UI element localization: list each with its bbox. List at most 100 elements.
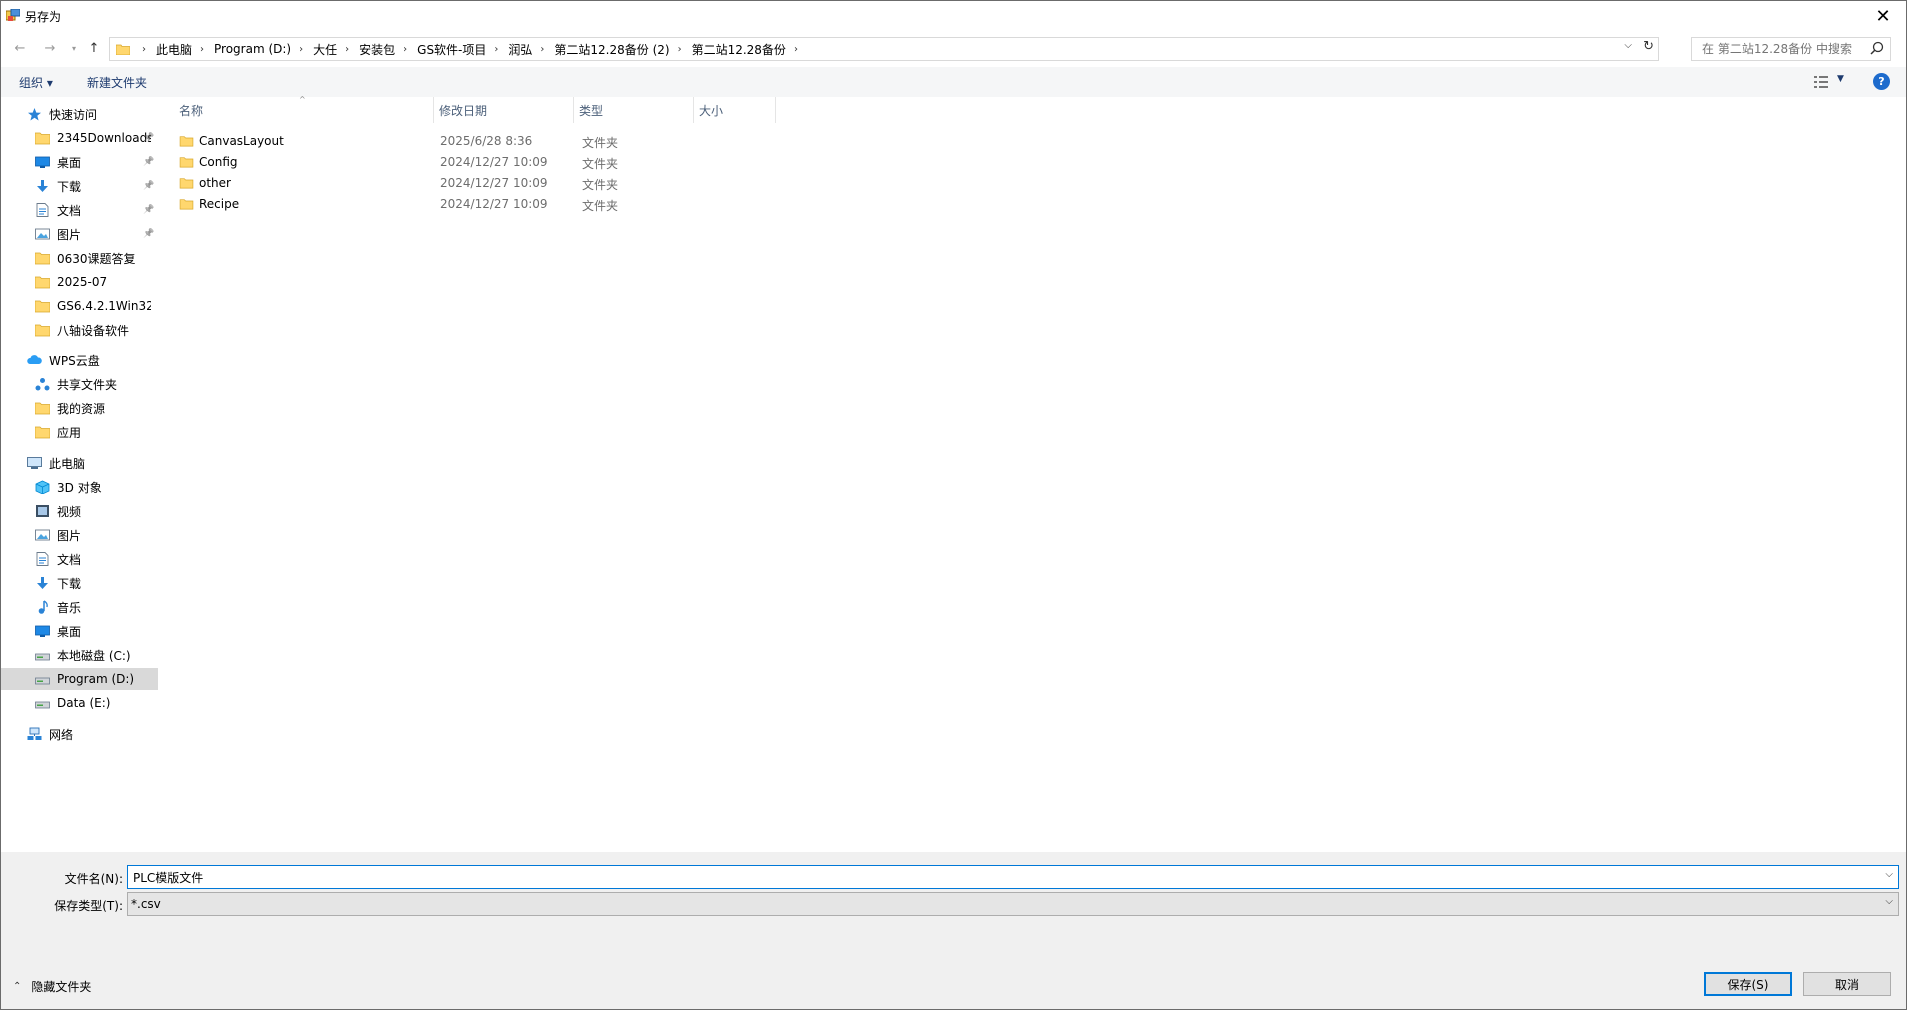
nav-item-quick[interactable]: 桌面 📌: [1, 151, 158, 173]
back-button[interactable]: ←: [11, 39, 29, 57]
nav-item-pc[interactable]: 文档: [1, 548, 158, 570]
refresh-icon[interactable]: ↻: [1643, 39, 1654, 54]
search-box[interactable]: [1691, 37, 1891, 61]
nav-item-quick[interactable]: 2025-07: [1, 271, 158, 293]
chevron-right-icon[interactable]: ›: [345, 44, 349, 55]
search-icon[interactable]: [1870, 41, 1884, 55]
cancel-button[interactable]: 取消: [1803, 972, 1891, 996]
close-icon: ✕: [1875, 5, 1891, 27]
chevron-up-icon: ⌃: [13, 981, 22, 992]
nav-item-quick[interactable]: 文档 📌: [1, 199, 158, 221]
nav-item-pc[interactable]: 桌面: [1, 620, 158, 642]
pin-icon[interactable]: 📌: [143, 205, 154, 215]
chevron-right-icon[interactable]: ›: [678, 44, 682, 55]
nav-item-pc[interactable]: Data (E:): [1, 692, 158, 714]
column-header-size[interactable]: 大小: [695, 97, 776, 123]
dialog-title: 另存为: [25, 10, 62, 24]
file-row[interactable]: other 2024/12/27 10:09 文件夹: [179, 174, 779, 194]
address-dropdown-icon[interactable]: ⌵: [1624, 40, 1632, 51]
filetype-select[interactable]: *.csv ⌵: [127, 892, 1899, 916]
nav-quick-access[interactable]: 快速访问: [1, 103, 158, 125]
file-name: CanvasLayout: [199, 134, 284, 148]
folder-icon: [116, 44, 130, 55]
close-button[interactable]: ✕: [1860, 1, 1906, 31]
pin-icon[interactable]: 📌: [143, 157, 154, 167]
nav-item-pc[interactable]: Program (D:): [1, 668, 158, 690]
column-header-type[interactable]: 类型: [575, 97, 694, 123]
chevron-right-icon[interactable]: ›: [299, 44, 303, 55]
pin-icon[interactable]: 📌: [143, 133, 154, 143]
cloud-icon: [27, 355, 42, 364]
filename-input[interactable]: [131, 866, 1865, 888]
document-icon: [36, 552, 49, 566]
nav-item-pc[interactable]: 本地磁盘 (C:): [1, 644, 158, 666]
chevron-right-icon[interactable]: ›: [540, 44, 544, 55]
nav-item-pc-label: 桌面: [57, 624, 82, 639]
help-icon[interactable]: ?: [1873, 73, 1890, 90]
nav-network-label: 网络: [49, 727, 74, 742]
column-header-date[interactable]: 修改日期: [435, 97, 574, 123]
nav-item-quick[interactable]: 八轴设备软件: [1, 319, 158, 341]
nav-wps-cloud[interactable]: WPS云盘: [1, 349, 158, 371]
nav-item-pc[interactable]: 3D 对象: [1, 476, 158, 498]
new-folder-button[interactable]: 新建文件夹: [87, 74, 147, 91]
pin-icon[interactable]: 📌: [143, 229, 154, 239]
file-date: 2024/12/27 10:09: [440, 155, 548, 169]
nav-item-wps[interactable]: 共享文件夹: [1, 373, 158, 395]
nav-item-quick[interactable]: 下载 📌: [1, 175, 158, 197]
nav-item-quick[interactable]: GS6.4.2.1Win32_Er: [1, 295, 158, 317]
chevron-right-icon[interactable]: ›: [794, 44, 798, 55]
up-button[interactable]: ↑: [85, 39, 103, 57]
nav-network[interactable]: 网络: [1, 723, 158, 745]
folder-icon: [179, 157, 194, 168]
folder-icon: [179, 178, 194, 189]
filename-combobox[interactable]: ⌵: [127, 865, 1899, 889]
nav-item-wps[interactable]: 应用: [1, 421, 158, 443]
music-icon: [38, 600, 48, 614]
nav-this-pc[interactable]: 此电脑: [1, 452, 158, 474]
arrow-left-icon: ←: [14, 40, 26, 56]
organize-button[interactable]: 组织 ▾: [19, 74, 53, 91]
breadcrumb-item[interactable]: 第二站12.28备份 (2): [554, 41, 669, 58]
nav-item-pc[interactable]: 视频: [1, 500, 158, 522]
column-header-name[interactable]: ^ 名称: [179, 95, 434, 123]
breadcrumb-item[interactable]: 安装包: [359, 41, 395, 58]
nav-item-quick[interactable]: 2345Downloads 📌: [1, 127, 158, 149]
breadcrumb-item[interactable]: Program (D:): [214, 42, 291, 56]
chevron-right-icon[interactable]: ›: [200, 44, 204, 55]
recent-locations-button[interactable]: ▾: [65, 39, 83, 57]
file-name: Config: [199, 155, 238, 169]
file-row[interactable]: CanvasLayout 2025/6/28 8:36 文件夹: [179, 132, 779, 152]
save-button[interactable]: 保存(S): [1704, 972, 1792, 996]
chevron-right-icon[interactable]: ›: [142, 44, 146, 55]
chevron-down-icon[interactable]: ⌵: [1885, 869, 1893, 880]
chevron-down-icon[interactable]: ⌵: [1885, 896, 1893, 907]
view-options-icon[interactable]: [1813, 75, 1829, 89]
breadcrumb-item[interactable]: GS软件-项目: [417, 41, 486, 58]
save-as-dialog: 另存为 ✕ ← → ▾ ↑ › 此电脑 › Program (D:) › 大任 › 安装包 › G…: [0, 0, 1907, 1010]
view-dropdown-icon[interactable]: ▼: [1837, 74, 1844, 84]
address-bar[interactable]: › 此电脑 › Program (D:) › 大任 › 安装包 › GS软件-项目 › 润弘 › 第二站1…: [109, 37, 1659, 61]
breadcrumb-item[interactable]: 此电脑: [156, 41, 192, 58]
breadcrumb-item[interactable]: 第二站12.28备份: [692, 41, 786, 58]
pin-icon[interactable]: 📌: [143, 181, 154, 191]
nav-item-pc[interactable]: 音乐: [1, 596, 158, 618]
chevron-right-icon[interactable]: ›: [403, 44, 407, 55]
nav-item-wps[interactable]: 我的资源: [1, 397, 158, 419]
file-row[interactable]: Config 2024/12/27 10:09 文件夹: [179, 153, 779, 173]
nav-item-pc-label: Program (D:): [57, 672, 135, 686]
forward-button[interactable]: →: [41, 39, 59, 57]
desktop-icon: [35, 625, 50, 637]
file-row[interactable]: Recipe 2024/12/27 10:09 文件夹: [179, 195, 779, 215]
nav-item-pc[interactable]: 下载: [1, 572, 158, 594]
breadcrumb-item[interactable]: 润弘: [508, 41, 532, 58]
file-name: other: [199, 176, 231, 190]
nav-item-quick[interactable]: 0630课题答复: [1, 247, 158, 269]
chevron-right-icon[interactable]: ›: [494, 44, 498, 55]
nav-wps-cloud-label: WPS云盘: [49, 353, 100, 368]
nav-item-pc[interactable]: 图片: [1, 524, 158, 546]
nav-item-quick[interactable]: 图片 📌: [1, 223, 158, 245]
hide-folders-toggle[interactable]: ⌃ 隐藏文件夹: [13, 978, 91, 995]
breadcrumb-item[interactable]: 大任: [313, 41, 337, 58]
search-input[interactable]: [1700, 38, 1874, 60]
